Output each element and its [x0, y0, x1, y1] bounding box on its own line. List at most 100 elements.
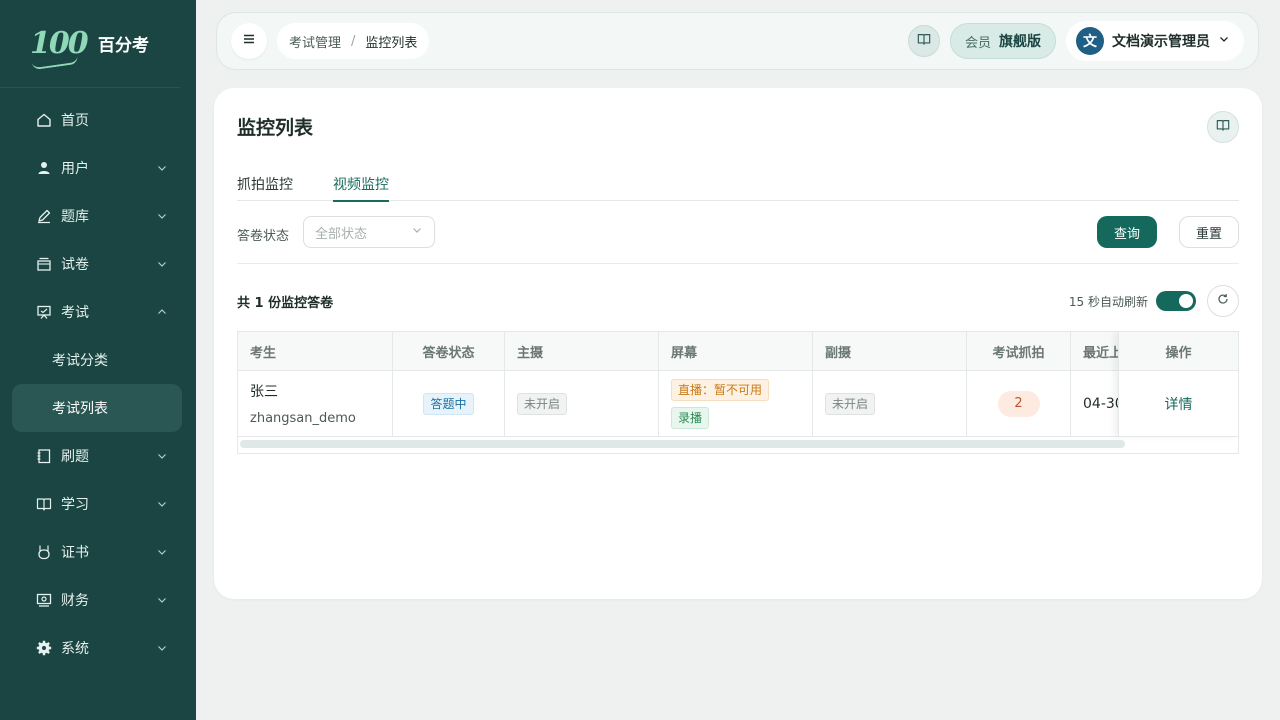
summary-count: 1 — [254, 295, 264, 311]
cell-screen: 直播：暂不可用 录播 — [659, 371, 813, 437]
sidebar-subitem-exam-category[interactable]: 考试分类 — [0, 336, 196, 384]
main-card: 监控列表 抓拍监控 视频监控 答卷状态 全部状态 查询 重置 共 1 份监控答卷… — [214, 88, 1262, 599]
book-icon — [36, 496, 52, 512]
menu-toggle-button[interactable] — [231, 23, 267, 59]
page-docs-button[interactable] — [1207, 111, 1239, 143]
table-header: 考生 答卷状态 主摄 屏幕 副摄 考试抓拍 最近上 — [238, 332, 1238, 371]
pen-icon — [36, 208, 52, 224]
screen-live-badge: 直播：暂不可用 — [671, 378, 770, 401]
chevron-down-icon — [156, 498, 168, 510]
cell-sub-camera: 未开启 — [813, 371, 967, 437]
sidebar-item-learning[interactable]: 学习 — [0, 480, 196, 528]
sidebar-item-label: 用户 — [61, 161, 89, 177]
sidebar-item-system[interactable]: 系统 — [0, 624, 196, 672]
table-horizontal-scrollbar[interactable] — [240, 440, 1125, 448]
docs-button[interactable] — [907, 25, 940, 57]
main-camera-badge: 未开启 — [517, 392, 568, 415]
tab-video-monitor[interactable]: 视频监控 — [333, 168, 389, 202]
cell-status: 答题中 — [393, 371, 505, 437]
paper-icon — [36, 256, 52, 272]
sidebar-item-label: 首页 — [61, 113, 89, 129]
sidebar-item-home[interactable]: 首页 — [0, 96, 196, 144]
sidebar-item-label: 财务 — [61, 593, 89, 609]
sidebar-item-papers[interactable]: 试卷 — [0, 240, 196, 288]
sidebar-item-label: 证书 — [61, 545, 89, 561]
cell-examinee: 张三 zhangsan_demo — [238, 371, 393, 437]
column-header-main-camera: 主摄 — [505, 332, 659, 371]
member-badge[interactable]: 会员 旗舰版 — [949, 23, 1056, 59]
user-menu[interactable]: 文 文档演示管理员 — [1066, 21, 1244, 61]
column-header-sub-camera: 副摄 — [813, 332, 967, 371]
auto-refresh-toggle[interactable] — [1156, 291, 1196, 311]
breadcrumb-current: 监控列表 — [365, 35, 418, 51]
chevron-down-icon — [156, 162, 168, 174]
sidebar-item-finance[interactable]: 财务 — [0, 576, 196, 624]
sidebar-item-label: 考试 — [61, 305, 89, 321]
refresh-icon — [1217, 293, 1229, 309]
sidebar-item-exam[interactable]: 考试 — [0, 288, 196, 336]
chevron-up-icon — [156, 306, 168, 318]
page-title: 监控列表 — [237, 117, 314, 139]
sidebar-item-label: 系统 — [61, 641, 89, 657]
cell-action: 详情 — [1119, 371, 1238, 437]
sidebar: 100 百分考 首页 用户 题库 试卷 考试 考试分类 考试列表 刷题 学习 证… — [0, 0, 196, 720]
breadcrumb-separator: / — [351, 33, 356, 49]
chevron-down-icon — [156, 594, 168, 606]
breadcrumb-item[interactable]: 考试管理 — [289, 32, 341, 51]
topbar-actions: 会员 旗舰版 文 文档演示管理员 — [907, 21, 1244, 61]
sidebar-item-user[interactable]: 用户 — [0, 144, 196, 192]
gear-icon — [36, 640, 52, 656]
sidebar-item-label: 学习 — [61, 497, 89, 513]
sidebar-subitem-exam-list[interactable]: 考试列表 — [12, 384, 182, 432]
column-header-action: 操作 — [1119, 332, 1238, 371]
detail-link[interactable]: 详情 — [1165, 394, 1193, 414]
filter-bar: 答卷状态 全部状态 查询 重置 — [237, 216, 1239, 264]
reset-button[interactable]: 重置 — [1179, 216, 1239, 248]
sidebar-item-certificate[interactable]: 证书 — [0, 528, 196, 576]
cell-main-camera: 未开启 — [505, 371, 659, 437]
action-column: 操作 详情 — [1118, 332, 1238, 437]
topbar: 考试管理 / 监控列表 会员 旗舰版 文 文档演示管理员 — [216, 12, 1259, 70]
examinee-name: 张三 — [250, 384, 278, 400]
sidebar-item-question-bank[interactable]: 题库 — [0, 192, 196, 240]
summary-bar: 共 1 份监控答卷 15 秒自动刷新 — [237, 285, 1239, 317]
member-plan: 旗舰版 — [999, 34, 1041, 50]
sidebar-item-practice[interactable]: 刷题 — [0, 432, 196, 480]
brand-name: 百分考 — [98, 36, 149, 56]
user-icon — [36, 160, 52, 176]
chevron-down-icon — [156, 642, 168, 654]
query-button[interactable]: 查询 — [1097, 216, 1157, 248]
sidebar-item-label: 试卷 — [61, 257, 89, 273]
sidebar-item-label: 题库 — [61, 209, 89, 225]
column-header-examinee: 考生 — [238, 332, 393, 371]
chevron-down-icon — [156, 258, 168, 270]
home-icon — [36, 112, 52, 128]
chevron-down-icon — [1218, 33, 1230, 49]
snapshot-count-badge[interactable]: 2 — [997, 390, 1040, 417]
sidebar-item-label: 刷题 — [61, 449, 89, 465]
status-select-placeholder: 全部状态 — [315, 226, 368, 242]
auto-refresh-label: 15 秒自动刷新 — [1068, 294, 1148, 309]
screen-record-badge[interactable]: 录播 — [671, 406, 710, 429]
certificate-icon — [36, 544, 52, 560]
chevron-down-icon — [411, 224, 423, 240]
summary-text: 共 1 份监控答卷 — [237, 295, 334, 311]
brand[interactable]: 100 百分考 — [0, 0, 180, 88]
refresh-button[interactable] — [1207, 285, 1239, 317]
user-name: 文档演示管理员 — [1112, 34, 1210, 50]
cell-snapshots: 2 — [967, 371, 1071, 437]
tab-snapshot-monitor[interactable]: 抓拍监控 — [237, 168, 293, 201]
sidebar-nav: 首页 用户 题库 试卷 考试 考试分类 考试列表 刷题 学习 证书 财务 系统 — [0, 96, 196, 672]
column-header-screen: 屏幕 — [659, 332, 813, 371]
chevron-down-icon — [156, 546, 168, 558]
avatar: 文 — [1076, 27, 1104, 55]
finance-icon — [36, 592, 52, 608]
breadcrumb: 考试管理 / 监控列表 — [277, 23, 430, 59]
filter-label: 答卷状态 — [237, 229, 290, 244]
column-header-snapshots: 考试抓拍 — [967, 332, 1071, 371]
chevron-down-icon — [156, 450, 168, 462]
book-icon — [1216, 118, 1230, 136]
status-select[interactable]: 全部状态 — [303, 216, 436, 248]
notebook-icon — [36, 448, 52, 464]
examinee-username: zhangsan_demo — [250, 411, 356, 426]
